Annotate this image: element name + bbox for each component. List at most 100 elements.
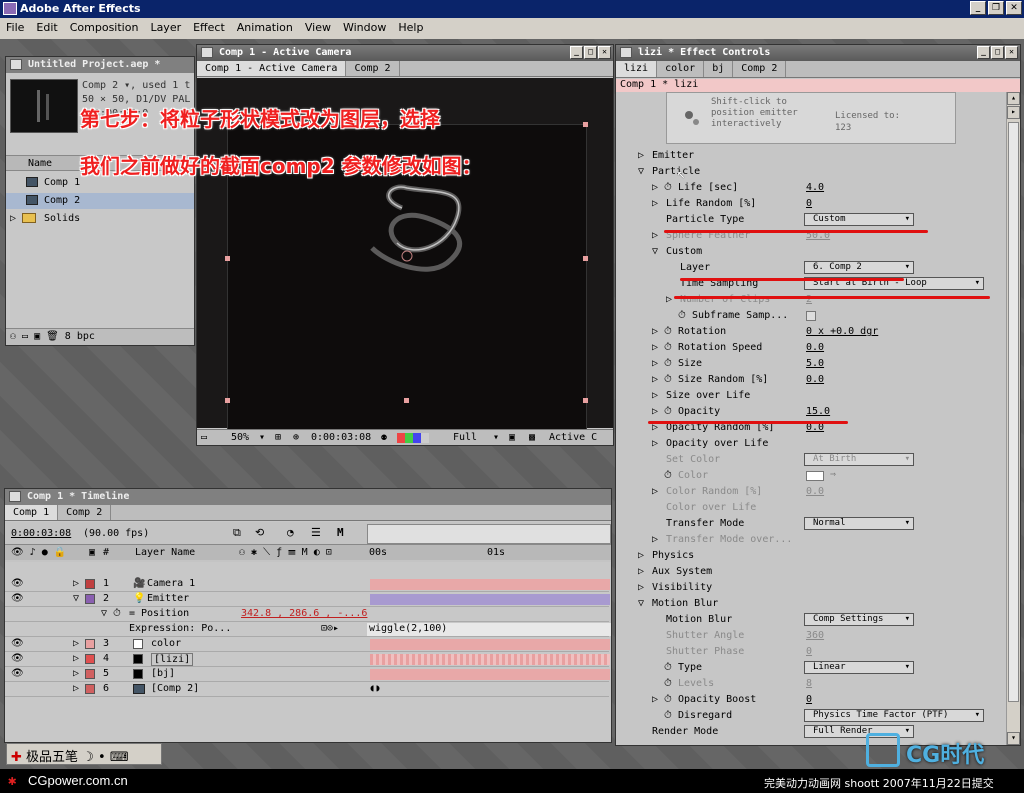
fx-row-particle[interactable]: ▽ Particle	[616, 164, 1006, 180]
expand-triangle-icon[interactable]: ▷	[638, 150, 644, 161]
label-swatch[interactable]	[85, 639, 95, 649]
new-folder-icon[interactable]: ▭	[22, 331, 28, 343]
eye-icon[interactable]: 👁	[11, 653, 24, 664]
expand-triangle-icon[interactable]: ▷	[652, 182, 658, 193]
fx-row-color[interactable]: ⏱ Color ⇒	[616, 468, 1006, 484]
project-item-comp2[interactable]: Comp 2	[6, 193, 194, 209]
fx-row-life-random[interactable]: ▷ Life Random [%] 0	[616, 196, 1006, 212]
effects-minimize-button[interactable]: _	[977, 46, 990, 59]
fx-row-custom[interactable]: ▽ Custom	[616, 244, 1006, 260]
tab-timeline-comp1[interactable]: Comp 1	[5, 505, 59, 520]
current-time[interactable]: 0:00:03:08	[311, 432, 371, 443]
ime-keyboard-icon[interactable]: ⌨	[110, 750, 129, 765]
fx-row-shutter-phase[interactable]: Shutter Phase 0	[616, 644, 1006, 660]
fx-row-motion-blur[interactable]: ▽ Motion Blur	[616, 596, 1006, 612]
project-col-name[interactable]: Name	[28, 158, 52, 169]
expand-triangle-icon[interactable]: ▷	[652, 230, 658, 241]
expand-triangle-icon[interactable]: ▷	[638, 566, 644, 577]
fx-row-physics[interactable]: ▷ Physics	[616, 548, 1006, 564]
project-titlebar[interactable]: Untitled Project.aep *	[6, 57, 194, 73]
layer-duration-bar[interactable]	[370, 639, 610, 650]
effects-titlebar[interactable]: lizi * Effect Controls _ □ ✕	[616, 45, 1020, 61]
fx-value[interactable]: 5.0	[806, 358, 824, 369]
fx-value[interactable]: 0.0	[806, 342, 824, 353]
view-menu[interactable]: Active C	[549, 432, 597, 443]
expand-triangle-icon[interactable]: ▷	[638, 582, 644, 593]
minimize-button[interactable]: _	[970, 1, 986, 15]
fx-dropdown[interactable]: Linear	[804, 661, 914, 674]
bit-depth-button[interactable]: 8 bpc	[65, 331, 95, 343]
fx-row-life-sec[interactable]: ▷ ⏱ Life [sec] 4.0	[616, 180, 1006, 196]
time-navigator[interactable]	[367, 524, 611, 544]
menu-edit[interactable]: Edit	[36, 21, 57, 39]
layer-duration-bar[interactable]	[370, 594, 610, 605]
expand-triangle-icon[interactable]: ▷	[652, 486, 658, 497]
expression-field[interactable]: wiggle(2,100)	[367, 623, 611, 636]
collapse-triangle-icon[interactable]: ▽	[638, 166, 644, 177]
layer-row-color[interactable]: 👁 ▷ 3 color	[5, 637, 610, 652]
menu-help[interactable]: Help	[398, 21, 423, 39]
expression-enable-icon[interactable]: =	[129, 608, 135, 619]
fx-value[interactable]: 4.0	[806, 182, 824, 193]
expand-triangle-icon[interactable]: ▷	[10, 213, 16, 224]
always-preview-icon[interactable]: ▭	[201, 432, 207, 443]
expand-triangle-icon[interactable]: ▷	[652, 438, 658, 449]
color-swatch[interactable]	[806, 471, 824, 481]
fx-row-size-over-life[interactable]: ▷ Size over Life	[616, 388, 1006, 404]
fx-row-aux-system[interactable]: ▷ Aux System	[616, 564, 1006, 580]
new-comp-icon[interactable]: ▣	[34, 331, 40, 343]
scroll-up-icon[interactable]: ▴	[1007, 92, 1020, 105]
label-swatch[interactable]	[85, 654, 95, 664]
stopwatch-icon[interactable]: ⏱	[678, 310, 686, 321]
fx-row-transfer-mode[interactable]: Transfer Mode Normal	[616, 516, 1006, 532]
expand-triangle-icon[interactable]: ▷	[652, 534, 658, 545]
expression-graph-icon[interactable]: ⊡⊙▸	[321, 623, 339, 634]
label-swatch[interactable]	[85, 579, 95, 589]
fx-row-size-random[interactable]: ▷ ⏱ Size Random [%] 0.0	[616, 372, 1006, 388]
region-of-interest-icon[interactable]: ▣	[509, 432, 515, 443]
stopwatch-icon[interactable]: ⏱	[664, 374, 672, 385]
fx-row-rotation-speed[interactable]: ▷ ⏱ Rotation Speed 0.0	[616, 340, 1006, 356]
menu-window[interactable]: Window	[343, 21, 386, 39]
fx-row-shutter-angle[interactable]: Shutter Angle 360	[616, 628, 1006, 644]
eye-icon[interactable]: 👁	[11, 638, 24, 649]
trash-icon[interactable]: 🗑	[46, 331, 59, 343]
layer-name[interactable]: Emitter	[147, 593, 189, 604]
stopwatch-icon[interactable]: ⏱	[664, 182, 672, 193]
stopwatch-icon[interactable]: ⏱	[664, 358, 672, 369]
effects-close-button[interactable]: ✕	[1005, 46, 1018, 59]
expand-triangle-icon[interactable]: ▷	[73, 668, 79, 679]
layer-row-lizi[interactable]: 👁 ▷ 4 [lizi]	[5, 652, 610, 667]
safe-zones-icon[interactable]: ⊞	[275, 432, 281, 443]
fx-row-color-random[interactable]: ▷ Color Random [%] 0.0	[616, 484, 1006, 500]
interpret-footage-icon[interactable]: ⚇	[10, 331, 16, 343]
ime-moon-icon[interactable]: ☽	[82, 750, 94, 765]
comp-maximize-button[interactable]: □	[584, 46, 597, 59]
tab-effect-color[interactable]: color	[657, 61, 705, 77]
restore-button[interactable]: ❐	[988, 1, 1004, 15]
tab-effect-comp2[interactable]: Comp 2	[733, 61, 787, 77]
stopwatch-icon[interactable]: ⏱	[664, 342, 672, 353]
expand-triangle-icon[interactable]: ▷	[652, 390, 658, 401]
fx-row-visibility[interactable]: ▷ Visibility	[616, 580, 1006, 596]
expand-triangle-icon[interactable]: ▷	[652, 342, 658, 353]
tab-comp1-active-camera[interactable]: Comp 1 - Active Camera	[197, 61, 347, 76]
fx-row-size[interactable]: ▷ ⏱ Size 5.0	[616, 356, 1006, 372]
fx-value[interactable]: 15.0	[806, 406, 830, 417]
layer-name[interactable]: [bj]	[151, 668, 175, 679]
motion-blur-icon[interactable]: M	[337, 526, 344, 539]
fx-row-particle-type[interactable]: Particle Type Custom	[616, 212, 1006, 228]
stopwatch-icon[interactable]: ⏱	[664, 662, 672, 673]
stopwatch-icon[interactable]: ⏱	[664, 678, 672, 689]
stopwatch-icon[interactable]: ⏱	[664, 326, 672, 337]
grid-icon[interactable]: ⊕	[293, 432, 299, 443]
layer-row-emitter[interactable]: 👁 ▽ 2 💡 Emitter	[5, 592, 610, 607]
expand-triangle-icon[interactable]: ▷	[73, 683, 79, 694]
layer-duration-bar[interactable]	[370, 669, 610, 680]
eye-icon[interactable]: 👁	[11, 593, 24, 604]
label-swatch[interactable]	[85, 669, 95, 679]
collapse-triangle-icon[interactable]: ▽	[652, 246, 658, 257]
fx-row-type[interactable]: ⏱ Type Linear	[616, 660, 1006, 676]
fx-row-motion-blur[interactable]: Motion Blur Comp Settings	[616, 612, 1006, 628]
fx-row-emitter[interactable]: ▷ Emitter	[616, 148, 1006, 164]
